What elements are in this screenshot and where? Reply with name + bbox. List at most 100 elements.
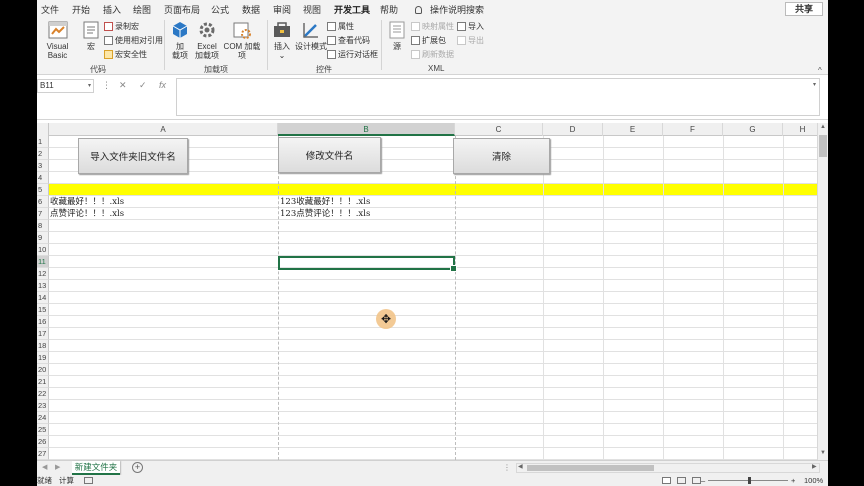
column-header-g[interactable]: G [723, 123, 783, 136]
select-all-corner[interactable] [37, 123, 49, 136]
insert-function-icon[interactable]: fx [159, 80, 166, 90]
row-header-1[interactable]: 1 [37, 136, 49, 148]
tab-formulas[interactable]: 公式 [211, 3, 229, 16]
cell-b6[interactable]: 123收藏最好！！！.xls [280, 196, 370, 208]
horizontal-scrollbar[interactable]: ◀ ▶ [516, 463, 820, 473]
row-header-6[interactable]: 6 [37, 196, 49, 208]
formula-input[interactable] [176, 78, 820, 116]
xml-source-button[interactable]: 源 [386, 20, 408, 51]
worksheet-grid[interactable]: A B C D E F G H 收藏最好！！！.xls 点赞评论！！！.xls … [37, 123, 817, 460]
tab-data[interactable]: 数据 [242, 3, 260, 16]
xml-export-button[interactable]: 导出 [457, 35, 484, 46]
visual-basic-button[interactable]: Visual Basic [37, 20, 78, 60]
tab-home[interactable]: 开始 [72, 3, 90, 16]
row-header-9[interactable]: 9 [37, 232, 49, 244]
page-break-view-icon[interactable] [692, 477, 701, 484]
row-header-19[interactable]: 19 [37, 352, 49, 364]
row-header-27[interactable]: 27 [37, 448, 49, 460]
com-addins-button[interactable]: COM 加载项 [221, 20, 263, 60]
tab-view[interactable]: 视图 [303, 3, 321, 16]
zoom-level[interactable]: 100% [804, 475, 823, 486]
selected-cell-b11[interactable] [278, 256, 457, 272]
column-header-h[interactable]: H [783, 123, 817, 136]
refresh-data-button[interactable]: 刷新数据 [411, 49, 454, 60]
next-sheet-icon[interactable]: ▶ [55, 463, 60, 471]
row-header-20[interactable]: 20 [37, 364, 49, 376]
normal-view-icon[interactable] [662, 477, 671, 484]
row-header-3[interactable]: 3 [37, 160, 49, 172]
share-button[interactable]: 共享 [785, 2, 823, 16]
scroll-down-icon[interactable]: ▼ [820, 450, 826, 456]
column-header-a[interactable]: A [49, 123, 278, 136]
tab-developer[interactable]: 开发工具 [334, 3, 371, 19]
prev-sheet-icon[interactable]: ◀ [42, 463, 47, 471]
row-header-21[interactable]: 21 [37, 376, 49, 388]
row-header-8[interactable]: 8 [37, 220, 49, 232]
page-layout-view-icon[interactable] [677, 477, 686, 484]
clear-button[interactable]: 清除 [453, 138, 550, 174]
rename-files-button[interactable]: 修改文件名 [278, 137, 381, 173]
row-header-24[interactable]: 24 [37, 412, 49, 424]
tab-draw[interactable]: 绘图 [133, 3, 151, 16]
add-sheet-button[interactable]: + [132, 462, 143, 473]
row-header-7[interactable]: 7 [37, 208, 49, 220]
row-header-12[interactable]: 12 [37, 268, 49, 280]
map-properties-button[interactable]: 映射属性 [411, 21, 454, 32]
run-dialog-button[interactable]: 运行对话框 [327, 49, 378, 60]
row-header-10[interactable]: 10 [37, 244, 49, 256]
xml-import-button[interactable]: 导入 [457, 21, 484, 32]
cell-a6[interactable]: 收藏最好！！！.xls [50, 196, 124, 208]
row-header-14[interactable]: 14 [37, 292, 49, 304]
horizontal-scroll-thumb[interactable] [527, 465, 654, 471]
tell-me-search[interactable]: 操作说明搜索 [415, 3, 484, 16]
status-calculate[interactable]: 计算 [59, 475, 74, 486]
column-header-b[interactable]: B [278, 123, 455, 136]
tab-help[interactable]: 帮助 [380, 3, 398, 16]
view-code-button[interactable]: 查看代码 [327, 35, 370, 46]
macro-button[interactable]: 宏 [80, 20, 102, 51]
import-old-names-button[interactable]: 导入文件夹旧文件名 [78, 138, 188, 174]
scroll-left-icon[interactable]: ◀ [518, 463, 523, 470]
row-header-25[interactable]: 25 [37, 424, 49, 436]
cell-a7[interactable]: 点赞评论！！！.xls [50, 208, 124, 220]
column-header-d[interactable]: D [543, 123, 603, 136]
name-box-dropdown-icon[interactable]: ▾ [88, 80, 91, 92]
scroll-up-icon[interactable]: ▲ [820, 124, 826, 130]
zoom-in-button[interactable]: + [791, 475, 795, 486]
row-header-11[interactable]: 11 [37, 256, 49, 268]
enter-icon[interactable]: ✓ [139, 80, 147, 91]
addins-button[interactable]: 加 载项 [168, 20, 192, 60]
row-header-2[interactable]: 2 [37, 148, 49, 160]
row-header-26[interactable]: 26 [37, 436, 49, 448]
cancel-icon[interactable]: ✕ [119, 80, 127, 91]
macro-record-status-icon[interactable] [84, 477, 93, 484]
cell-b7[interactable]: 123点赞评论！！！.xls [280, 208, 370, 220]
tab-file[interactable]: 文件 [41, 3, 59, 16]
collapse-ribbon-icon[interactable]: ^ [818, 66, 822, 75]
properties-button[interactable]: 属性 [327, 21, 354, 32]
column-header-f[interactable]: F [663, 123, 723, 136]
row-header-15[interactable]: 15 [37, 304, 49, 316]
design-mode-button[interactable]: 设计模式 [295, 20, 327, 51]
zoom-slider-knob[interactable] [748, 477, 751, 484]
row-header-5[interactable]: 5 [37, 184, 49, 196]
excel-addins-button[interactable]: Excel 加载项 [193, 20, 221, 60]
tab-page-layout[interactable]: 页面布局 [164, 3, 200, 16]
tab-insert[interactable]: 插入 [103, 3, 121, 16]
scroll-right-icon[interactable]: ▶ [812, 463, 817, 470]
column-header-c[interactable]: C [455, 123, 543, 136]
macro-security-button[interactable]: 宏安全性 [104, 49, 147, 60]
name-box[interactable]: B11 ▾ [37, 79, 94, 93]
row-header-18[interactable]: 18 [37, 340, 49, 352]
vertical-scroll-thumb[interactable] [819, 135, 827, 157]
row-header-4[interactable]: 4 [37, 172, 49, 184]
column-header-e[interactable]: E [603, 123, 663, 136]
tab-splitter-icon[interactable]: ⋮ [503, 463, 511, 472]
vertical-scrollbar[interactable]: ▲ ▼ [817, 123, 828, 460]
expansion-packs-button[interactable]: 扩展包 [411, 35, 446, 46]
insert-control-button[interactable]: 插入 ⌄ [271, 20, 293, 60]
row-header-22[interactable]: 22 [37, 388, 49, 400]
row-header-17[interactable]: 17 [37, 328, 49, 340]
expand-formula-icon[interactable]: ▾ [813, 81, 816, 88]
row-header-13[interactable]: 13 [37, 280, 49, 292]
